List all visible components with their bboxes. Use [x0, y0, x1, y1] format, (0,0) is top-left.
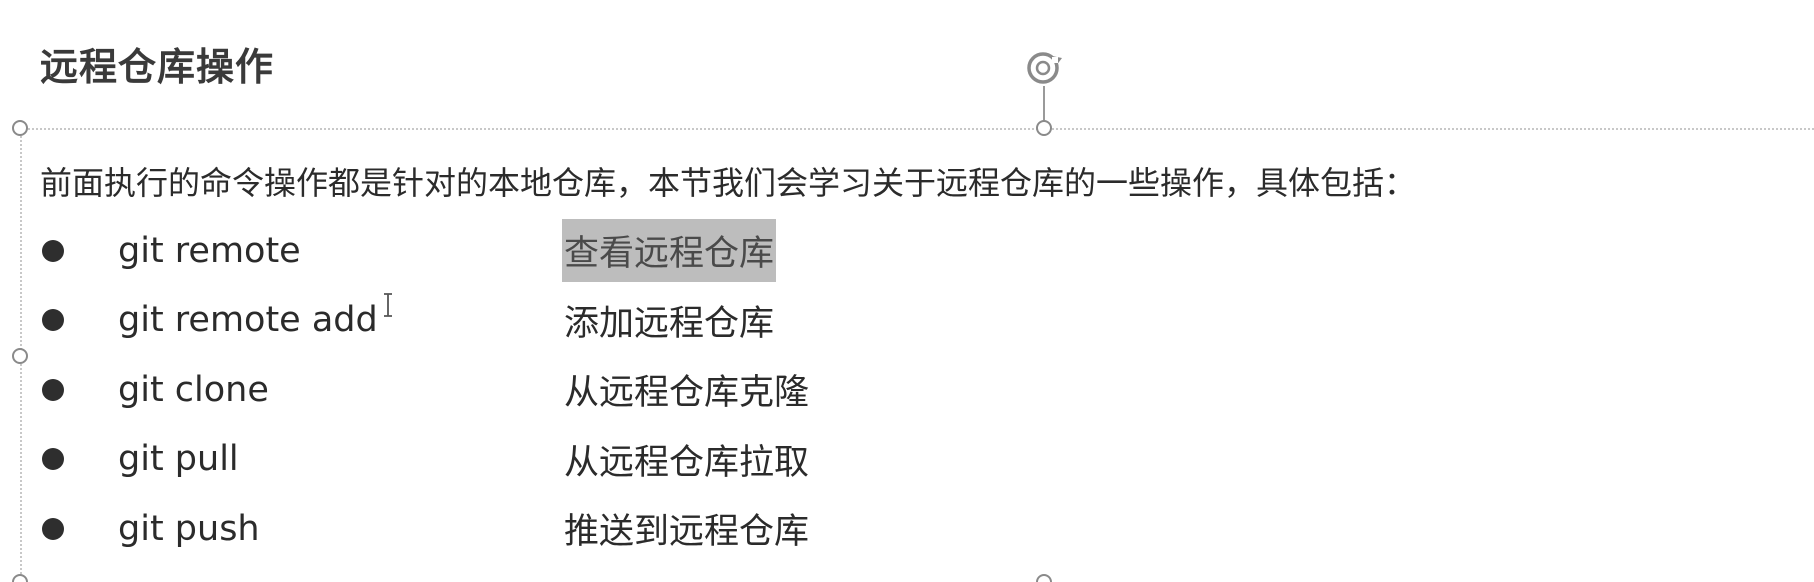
resize-handle-top-center[interactable] — [1036, 120, 1052, 136]
description-text[interactable]: 从远程仓库拉取 — [562, 428, 811, 491]
command-text[interactable]: git pull — [118, 439, 562, 479]
description-text[interactable]: 添加远程仓库 — [562, 289, 776, 352]
list-item: git push 推送到远程仓库 — [36, 494, 811, 564]
command-text[interactable]: git clone — [118, 370, 562, 410]
command-text[interactable]: git remote — [118, 231, 562, 271]
bullet-icon — [42, 378, 64, 401]
bullet-icon — [42, 309, 64, 332]
resize-handle-bottom-left[interactable] — [12, 574, 28, 582]
command-text[interactable]: git push — [118, 509, 562, 549]
list-item: git pull 从远程仓库拉取 — [36, 425, 811, 495]
list-item: git remote add 添加远程仓库 — [36, 286, 811, 356]
rotate-icon[interactable] — [1022, 44, 1068, 90]
list-item: git remote 查看远程仓库 — [36, 216, 811, 286]
command-list: git remote 查看远程仓库 git remote add 添加远程仓库 … — [36, 216, 811, 564]
selection-frame-top — [20, 128, 1814, 130]
resize-handle-middle-left[interactable] — [12, 348, 28, 364]
command-text[interactable]: git remote add — [118, 300, 562, 340]
i-beam-cursor-icon — [384, 293, 392, 317]
description-text-selected[interactable]: 查看远程仓库 — [562, 219, 777, 283]
bullet-icon — [42, 448, 64, 471]
rotate-handle-stem — [1043, 86, 1045, 124]
slide-title[interactable]: 远程仓库操作 — [40, 36, 274, 91]
slide-canvas: 远程仓库操作 前面执行的命令操作都是针对的本地仓库，本节我们会学习关于远程仓库的… — [0, 0, 1814, 582]
list-item: git clone 从远程仓库克隆 — [36, 355, 811, 425]
description-text[interactable]: 从远程仓库克隆 — [562, 358, 811, 421]
bullet-icon — [42, 517, 64, 540]
resize-handle-top-left[interactable] — [12, 120, 28, 136]
bullet-icon — [42, 239, 64, 262]
description-text[interactable]: 推送到远程仓库 — [562, 497, 811, 560]
resize-handle-bottom-center[interactable] — [1036, 574, 1052, 582]
intro-text[interactable]: 前面执行的命令操作都是针对的本地仓库，本节我们会学习关于远程仓库的一些操作，具体… — [40, 158, 1416, 204]
